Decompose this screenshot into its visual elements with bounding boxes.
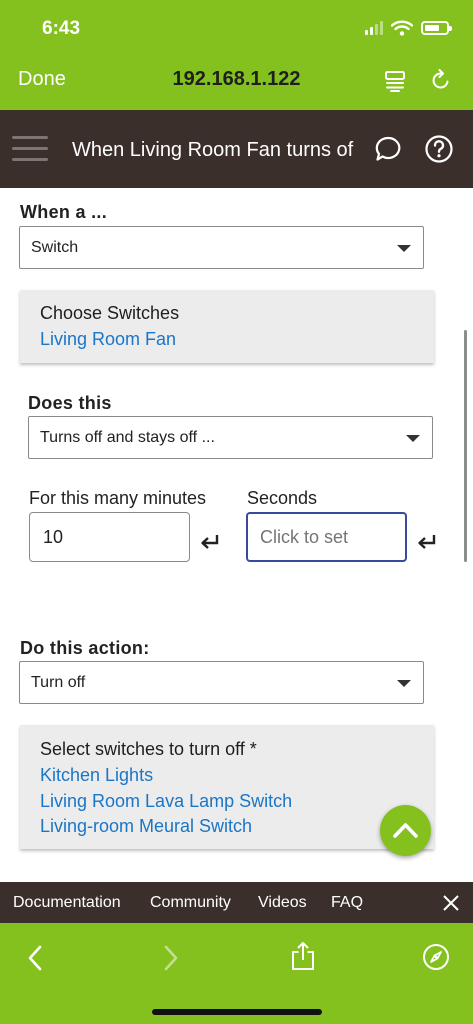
trigger-label: When a ...: [20, 202, 108, 222]
enter-icon[interactable]: [199, 533, 221, 549]
select-switches-card[interactable]: Select switches to turn off * Kitchen Li…: [20, 725, 434, 849]
url-text[interactable]: 192.168.1.122: [173, 68, 301, 90]
minutes-value: 10: [43, 527, 64, 547]
status-time: 6:43: [42, 18, 81, 39]
minutes-input[interactable]: 10: [29, 512, 190, 562]
choose-switches-card[interactable]: Choose Switches Living Room Fan: [20, 290, 434, 363]
seconds-placeholder: Click to set: [260, 527, 349, 547]
forward-arrow-icon[interactable]: [162, 945, 180, 971]
status-icons: [365, 20, 452, 36]
select-switches-title: Select switches to turn off *: [40, 739, 257, 759]
action-label: Do this action:: [20, 638, 150, 658]
browser-top-bar: 6:43 Done 192.168.1.122: [0, 0, 473, 110]
share-icon[interactable]: [290, 941, 316, 971]
selected-trigger-device[interactable]: Living Room Fan: [40, 329, 176, 350]
chevron-up-icon: [393, 823, 418, 838]
seconds-label: Seconds: [247, 488, 318, 508]
action-value: Turn off: [31, 674, 86, 691]
hamburger-menu-icon[interactable]: [12, 136, 48, 162]
action-device-item[interactable]: Living-room Meural Switch: [40, 816, 252, 837]
action-device-item[interactable]: Living Room Lava Lamp Switch: [40, 791, 292, 812]
minutes-label: For this many minutes: [29, 488, 207, 508]
chevron-down-icon: [397, 680, 411, 687]
choose-switches-title: Choose Switches: [40, 303, 180, 323]
trigger-device-type-select[interactable]: Switch: [19, 226, 424, 269]
wifi-icon: [391, 20, 413, 36]
compass-icon[interactable]: [422, 943, 450, 971]
app-header: When Living Room Fan turns of: [0, 110, 473, 188]
chevron-down-icon: [406, 435, 420, 442]
footer-link-videos[interactable]: Videos: [258, 894, 307, 912]
help-icon[interactable]: [424, 134, 454, 164]
condition-value: Turns off and stays off ...: [40, 429, 215, 446]
seconds-input[interactable]: Click to set: [246, 512, 407, 562]
trigger-device-type-value: Switch: [31, 239, 79, 256]
action-select[interactable]: Turn off: [19, 661, 424, 704]
back-arrow-icon[interactable]: [26, 945, 44, 971]
footer-link-community[interactable]: Community: [150, 894, 231, 912]
page-title: When Living Room Fan turns of: [72, 139, 354, 161]
condition-label: Does this: [28, 393, 112, 413]
battery-icon: [421, 21, 452, 35]
footer-link-documentation[interactable]: Documentation: [13, 894, 121, 912]
home-indicator[interactable]: [152, 1009, 322, 1015]
scrollbar[interactable]: [464, 330, 467, 562]
scroll-to-top-button[interactable]: [380, 805, 431, 856]
reader-view-icon[interactable]: [384, 70, 406, 92]
condition-select[interactable]: Turns off and stays off ...: [28, 416, 433, 459]
enter-icon[interactable]: [416, 533, 438, 549]
close-icon[interactable]: [442, 894, 460, 912]
footer-link-faq[interactable]: FAQ: [331, 894, 363, 912]
signal-icon: [365, 21, 383, 35]
page: 6:43 Done 192.168.1.122 When Living Room…: [0, 0, 473, 1024]
done-button[interactable]: Done: [18, 68, 66, 91]
chat-bubble-icon[interactable]: [374, 135, 402, 163]
action-device-item[interactable]: Kitchen Lights: [40, 765, 153, 786]
footer-nav: Documentation Community Videos FAQ: [0, 882, 473, 923]
chevron-down-icon: [397, 245, 411, 252]
reload-icon[interactable]: [430, 69, 452, 91]
